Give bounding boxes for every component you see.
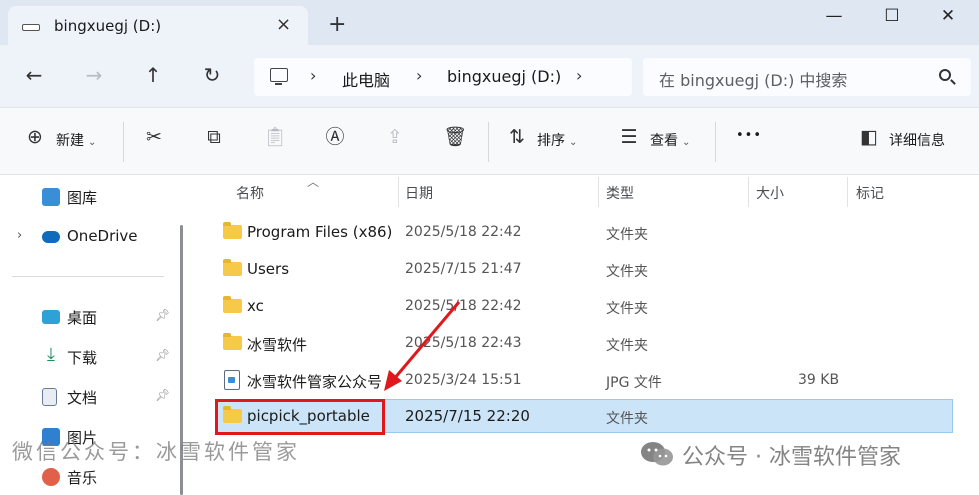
watermark-left: 微信公众号：冰雪软件管家 xyxy=(12,440,300,464)
annotation-arrow xyxy=(384,301,461,391)
watermark-right-text: 公众号 · 冰雪软件管家 xyxy=(682,445,901,470)
wechat-icon xyxy=(641,442,673,466)
